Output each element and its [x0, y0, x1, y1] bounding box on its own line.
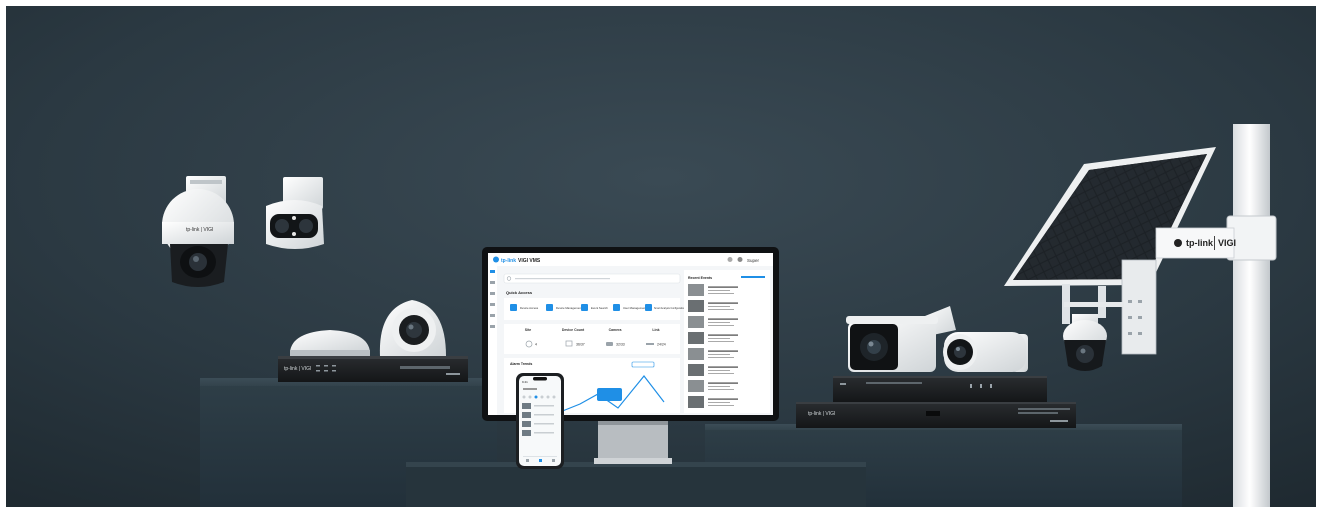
recent-events-title: Recent Events	[688, 276, 712, 280]
event-text-line	[708, 373, 734, 374]
nvr-left-logo: tp-link | VIGI	[284, 366, 311, 372]
event-text-line	[708, 286, 738, 288]
sidebar-users-icon[interactable]	[490, 314, 495, 317]
sidebar-dashboard-icon[interactable]	[490, 270, 495, 273]
stat-value-1: 36/37	[576, 343, 585, 347]
event-thumbnail	[688, 348, 704, 360]
event-text-line	[708, 382, 738, 384]
sidebar-video-icon[interactable]	[490, 303, 495, 306]
bracket-logo: tp-link	[1186, 238, 1214, 248]
event-thumbnail	[688, 316, 704, 328]
user-menu[interactable]: Super	[747, 258, 760, 263]
scene-canvas: tp-link | VIGI tp-link | VIGI tp-link VI…	[0, 0, 1322, 507]
nvr-right-logo: tp-link | VIGI	[808, 411, 835, 417]
stat-value-3: 24/24	[657, 343, 666, 347]
event-text-line	[708, 334, 738, 336]
phone-time: 9:41	[522, 380, 528, 384]
event-text-line	[708, 402, 730, 403]
nvr-right-stack: tp-link | VIGI	[796, 376, 1076, 428]
quick-access-title: Quick Access	[506, 290, 533, 295]
sidebar-event-icon[interactable]	[490, 292, 495, 295]
sidebar-device-icon[interactable]	[490, 281, 495, 284]
event-thumbnail	[688, 332, 704, 344]
stat-label-2: Camera	[609, 328, 622, 332]
quick-access-buttons: Device Access Device Management Event Se…	[504, 298, 685, 320]
stat-label-3: Link	[652, 328, 659, 332]
quick-button-0[interactable]: Device Access	[520, 306, 539, 310]
event-text-line	[708, 405, 734, 406]
event-text-line	[708, 350, 738, 352]
event-text-line	[708, 386, 730, 387]
event-text-line	[708, 290, 730, 291]
stats-panel: Site 4 Device Count 36/37 Camera 32/33 L…	[504, 324, 680, 354]
event-text-line	[708, 338, 730, 339]
ptz-logo-text: tp-link | VIGI	[186, 227, 213, 233]
event-text-line	[708, 341, 734, 342]
notification-icon[interactable]	[727, 257, 733, 262]
product-scene: tp-link | VIGI tp-link | VIGI tp-link VI…	[0, 0, 1322, 507]
event-text-line	[708, 302, 738, 304]
stat-label-1: Device Count	[562, 328, 585, 332]
event-text-line	[708, 357, 734, 358]
quick-button-2[interactable]: Event Search	[591, 306, 608, 310]
recent-events-panel: Recent Events	[684, 270, 770, 413]
quick-button-4[interactable]: Smart Analysis Configuration	[654, 307, 685, 310]
pole	[1226, 124, 1277, 507]
alarm-trends-title: Alarm Trends	[510, 362, 532, 366]
event-thumbnail	[688, 396, 704, 408]
avatar[interactable]	[737, 257, 743, 262]
quick-button-3[interactable]: User Management	[623, 306, 646, 310]
view-all-link[interactable]	[741, 276, 765, 278]
event-text-line	[708, 306, 730, 307]
event-text-line	[708, 398, 738, 400]
app-logo: tp-link	[501, 258, 516, 264]
quick-button-1[interactable]: Device Management	[556, 306, 582, 310]
event-text-line	[708, 366, 738, 368]
event-thumbnail	[688, 300, 704, 312]
bracket-product: VIGI	[1218, 238, 1236, 248]
event-text-line	[708, 293, 734, 294]
event-text-line	[708, 318, 738, 320]
event-text-line	[708, 370, 730, 371]
stat-label-0: Site	[525, 328, 531, 332]
event-text-line	[708, 354, 730, 355]
app-name: VIGI VMS	[518, 258, 541, 264]
stat-value-0: 4	[535, 343, 537, 347]
sidebar-settings-icon[interactable]	[490, 325, 495, 328]
event-thumbnail	[688, 380, 704, 392]
event-text-line	[708, 322, 730, 323]
event-thumbnail	[688, 284, 704, 296]
bullet-camera-small	[943, 332, 1028, 372]
smartphone: 9:41	[516, 373, 564, 469]
nvr-left: tp-link | VIGI	[278, 356, 468, 382]
chart-tooltip	[597, 388, 622, 401]
event-text-line	[708, 309, 734, 310]
event-text-line	[708, 389, 734, 390]
stat-value-2: 32/33	[616, 343, 625, 347]
event-thumbnail	[688, 364, 704, 376]
event-text-line	[708, 325, 734, 326]
